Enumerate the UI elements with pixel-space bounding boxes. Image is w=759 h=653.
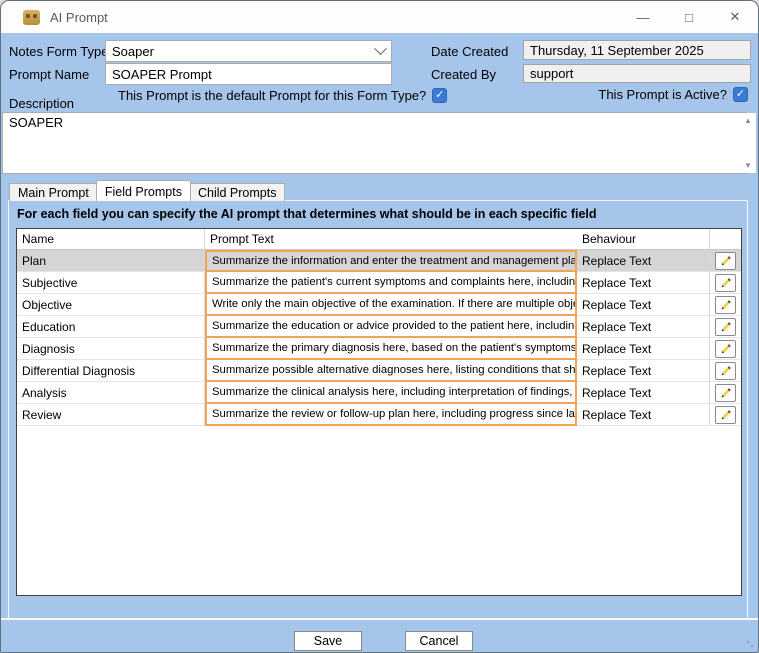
save-button[interactable]: Save [294,631,362,651]
notes-form-type-select[interactable]: Soaper [105,40,392,62]
description-textarea[interactable]: SOAPER [2,112,747,174]
table-row[interactable]: Diagnosis Summarize the primary diagnosi… [17,338,741,360]
app-icon [23,10,40,25]
footer-divider [1,618,758,620]
edit-button[interactable] [715,362,736,380]
grid-header-row: Name Prompt Text Behaviour [17,229,741,250]
date-created-label: Date Created [431,44,508,59]
pencil-icon [719,364,733,378]
scroll-up-icon[interactable]: ▲ [744,113,752,128]
active-checkbox[interactable]: ✓ [733,87,748,102]
table-row[interactable]: Review Summarize the review or follow-up… [17,404,741,426]
default-prompt-checkbox-label: This Prompt is the default Prompt for th… [118,88,426,103]
edit-button[interactable] [715,296,736,314]
edit-button[interactable] [715,406,736,424]
table-row[interactable]: Plan Summarize the information and enter… [17,250,741,272]
cancel-button[interactable]: Cancel [405,631,473,651]
prompt-name-input[interactable]: SOAPER Prompt [105,63,392,85]
table-row[interactable]: Differential Diagnosis Summarize possibl… [17,360,741,382]
field-prompts-grid: Name Prompt Text Behaviour Plan Summariz… [16,228,742,596]
minimize-icon[interactable]: — [620,1,666,33]
table-row[interactable]: Education Summarize the education or adv… [17,316,741,338]
tab-strip: Main Prompt Field Prompts Child Prompts [9,180,285,201]
maximize-icon[interactable]: □ [666,1,712,33]
tab-child-prompts[interactable]: Child Prompts [189,183,286,201]
scroll-down-icon[interactable]: ▼ [744,158,752,173]
pencil-icon [719,298,733,312]
date-created-field: Thursday, 11 September 2025 [523,40,751,60]
tab-main-prompt[interactable]: Main Prompt [9,183,98,201]
table-row[interactable]: Objective Write only the main objective … [17,294,741,316]
column-header-name[interactable]: Name [17,229,205,249]
description-scrollbar[interactable]: ▲ ▼ [740,113,756,173]
description-label: Description [9,96,74,111]
edit-button[interactable] [715,274,736,292]
table-row[interactable]: Analysis Summarize the clinical analysis… [17,382,741,404]
edit-button[interactable] [715,340,736,358]
pencil-icon [719,320,733,334]
pencil-icon [719,342,733,356]
pencil-icon [719,386,733,400]
ai-prompt-dialog: AI Prompt — □ ✕ Notes Form Type Soaper D… [0,0,759,653]
title-bar: AI Prompt — □ ✕ [1,1,758,33]
close-icon[interactable]: ✕ [712,1,758,33]
notes-form-type-label: Notes Form Type [9,44,108,59]
table-row[interactable]: Subjective Summarize the patient's curre… [17,272,741,294]
created-by-field: support [523,64,751,83]
default-prompt-checkbox-row: This Prompt is the default Prompt for th… [118,88,447,103]
window-title: AI Prompt [50,10,108,25]
column-header-edit [710,229,741,249]
pencil-icon [719,408,733,422]
resize-grip[interactable] [746,640,754,648]
edit-button[interactable] [715,318,736,336]
pencil-icon [719,276,733,290]
column-header-prompt-text[interactable]: Prompt Text [205,229,577,249]
tab-field-prompts[interactable]: Field Prompts [96,180,191,201]
column-header-behaviour[interactable]: Behaviour [577,229,710,249]
active-checkbox-label: This Prompt is Active? [598,87,727,102]
default-prompt-checkbox[interactable]: ✓ [432,88,447,103]
edit-button[interactable] [715,384,736,402]
prompt-name-label: Prompt Name [9,67,89,82]
notes-form-type-value: Soaper [112,44,154,59]
created-by-label: Created By [431,67,496,82]
active-checkbox-row: This Prompt is Active? ✓ [598,87,748,102]
pencil-icon [719,254,733,268]
edit-button[interactable] [715,252,736,270]
field-prompts-instruction: For each field you can specify the AI pr… [17,207,737,221]
chevron-down-icon [374,42,387,55]
